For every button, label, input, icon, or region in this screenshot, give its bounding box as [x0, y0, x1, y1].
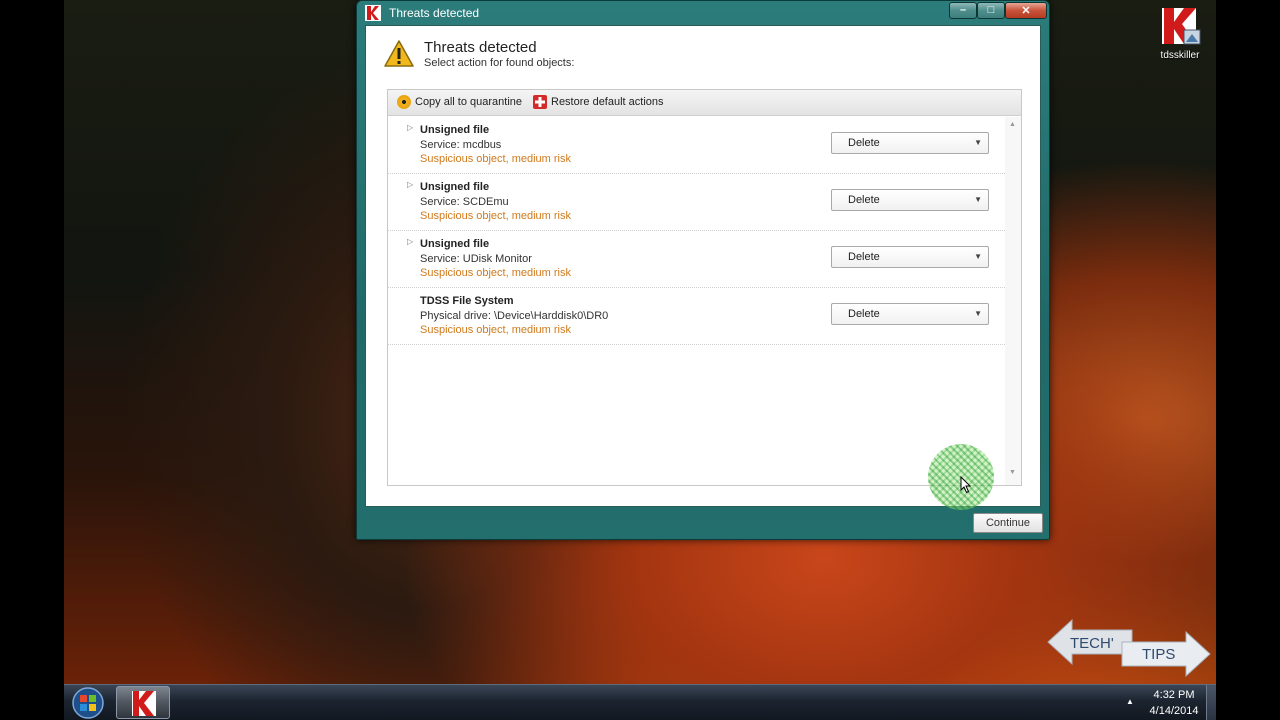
restore-default-actions-label: Restore default actions: [551, 96, 664, 108]
minimize-icon: –: [959, 4, 967, 16]
dropdown-arrow-icon: ▼: [974, 252, 982, 261]
restore-default-actions-button[interactable]: Restore default actions: [533, 95, 664, 109]
threat-name: TDSS File System: [420, 295, 514, 307]
action-value: Delete: [848, 137, 880, 149]
threat-detail: Service: SCDEmu: [420, 196, 509, 208]
threat-row[interactable]: TDSS File System Physical drive: \Device…: [388, 288, 1005, 345]
threat-detail: Physical drive: \Device\Harddisk0\DR0: [420, 310, 609, 322]
taskbar-item-kaspersky[interactable]: [116, 686, 170, 719]
letterbox-left: [0, 0, 64, 720]
title-bar[interactable]: Threats detected – □ ✕: [357, 1, 1049, 25]
threat-name: Unsigned file: [420, 181, 490, 193]
panel-toolbar: Copy all to quarantine Restore default a…: [388, 90, 1021, 116]
threats-panel: Copy all to quarantine Restore default a…: [387, 89, 1022, 486]
threats-list: ▷ Unsigned file Service: mcdbus Suspicio…: [388, 117, 1005, 485]
threat-name: Unsigned file: [420, 124, 490, 136]
dialog-content: Threats detected Select action for found…: [365, 25, 1041, 507]
letterbox-right: [1216, 0, 1280, 720]
desktop-icon-label: tdsskiller: [1160, 50, 1200, 61]
maximize-button[interactable]: □: [977, 2, 1005, 19]
show-desktop-button[interactable]: [1206, 685, 1216, 720]
expand-arrow-icon[interactable]: ▷: [407, 237, 413, 246]
continue-button[interactable]: Continue: [973, 513, 1043, 533]
taskbar: ▲ 4:32 PM 4/14/2014: [64, 684, 1216, 720]
tips-word: TIPS: [1142, 646, 1175, 663]
threat-row[interactable]: ▷ Unsigned file Service: mcdbus Suspicio…: [388, 117, 1005, 174]
scroll-up-arrow-icon[interactable]: ▲: [1009, 121, 1016, 128]
maximize-icon: □: [987, 4, 995, 16]
minimize-button[interactable]: –: [949, 2, 977, 19]
close-icon: ✕: [1021, 5, 1031, 17]
copy-all-to-quarantine-button[interactable]: Copy all to quarantine: [397, 95, 522, 109]
action-dropdown[interactable]: Delete ▼: [831, 189, 989, 211]
dialog-subheading: Select action for found objects:: [424, 57, 575, 69]
threat-detail: Service: mcdbus: [420, 139, 502, 151]
scroll-down-arrow-icon[interactable]: ▼: [1009, 469, 1016, 476]
start-button[interactable]: [68, 687, 108, 719]
threat-row[interactable]: ▷ Unsigned file Service: SCDEmu Suspicio…: [388, 174, 1005, 231]
window-title: Threats detected: [389, 6, 480, 20]
vertical-scrollbar[interactable]: ▲ ▼: [1005, 117, 1021, 485]
action-value: Delete: [848, 251, 880, 263]
mouse-cursor-icon: [960, 475, 972, 494]
clock-time[interactable]: 4:32 PM: [1144, 689, 1204, 701]
kaspersky-app-icon: [365, 5, 381, 21]
tech-word: TECH': [1070, 635, 1114, 652]
tech-tips-logo: TECH' TIPS: [1046, 616, 1212, 686]
threat-risk: Suspicious object, medium risk: [420, 267, 572, 279]
quarantine-icon: [397, 95, 411, 109]
expand-arrow-icon[interactable]: ▷: [407, 123, 413, 132]
expand-arrow-icon[interactable]: ▷: [407, 180, 413, 189]
desktop-icon-tdsskiller[interactable]: tdsskiller: [1150, 4, 1210, 61]
threat-name: Unsigned file: [420, 238, 490, 250]
dropdown-arrow-icon: ▼: [974, 195, 982, 204]
threat-detail: Service: UDisk Monitor: [420, 253, 532, 265]
clock-date[interactable]: 4/14/2014: [1144, 705, 1204, 717]
kaspersky-k-icon: [1158, 4, 1202, 48]
threat-row[interactable]: ▷ Unsigned file Service: UDisk Monitor S…: [388, 231, 1005, 288]
threat-risk: Suspicious object, medium risk: [420, 153, 572, 165]
action-value: Delete: [848, 308, 880, 320]
restore-icon: [533, 95, 547, 109]
dropdown-arrow-icon: ▼: [974, 138, 982, 147]
dropdown-arrow-icon: ▼: [974, 309, 982, 318]
copy-all-to-quarantine-label: Copy all to quarantine: [415, 96, 523, 108]
action-dropdown[interactable]: Delete ▼: [831, 246, 989, 268]
close-button[interactable]: ✕: [1005, 2, 1047, 19]
show-hidden-icons-arrow-icon[interactable]: ▲: [1126, 697, 1134, 706]
action-dropdown[interactable]: Delete ▼: [831, 303, 989, 325]
threat-risk: Suspicious object, medium risk: [420, 324, 572, 336]
threat-risk: Suspicious object, medium risk: [420, 210, 572, 222]
warning-icon: [384, 40, 414, 68]
action-dropdown[interactable]: Delete ▼: [831, 132, 989, 154]
action-value: Delete: [848, 194, 880, 206]
dialog-heading: Threats detected: [424, 39, 537, 56]
